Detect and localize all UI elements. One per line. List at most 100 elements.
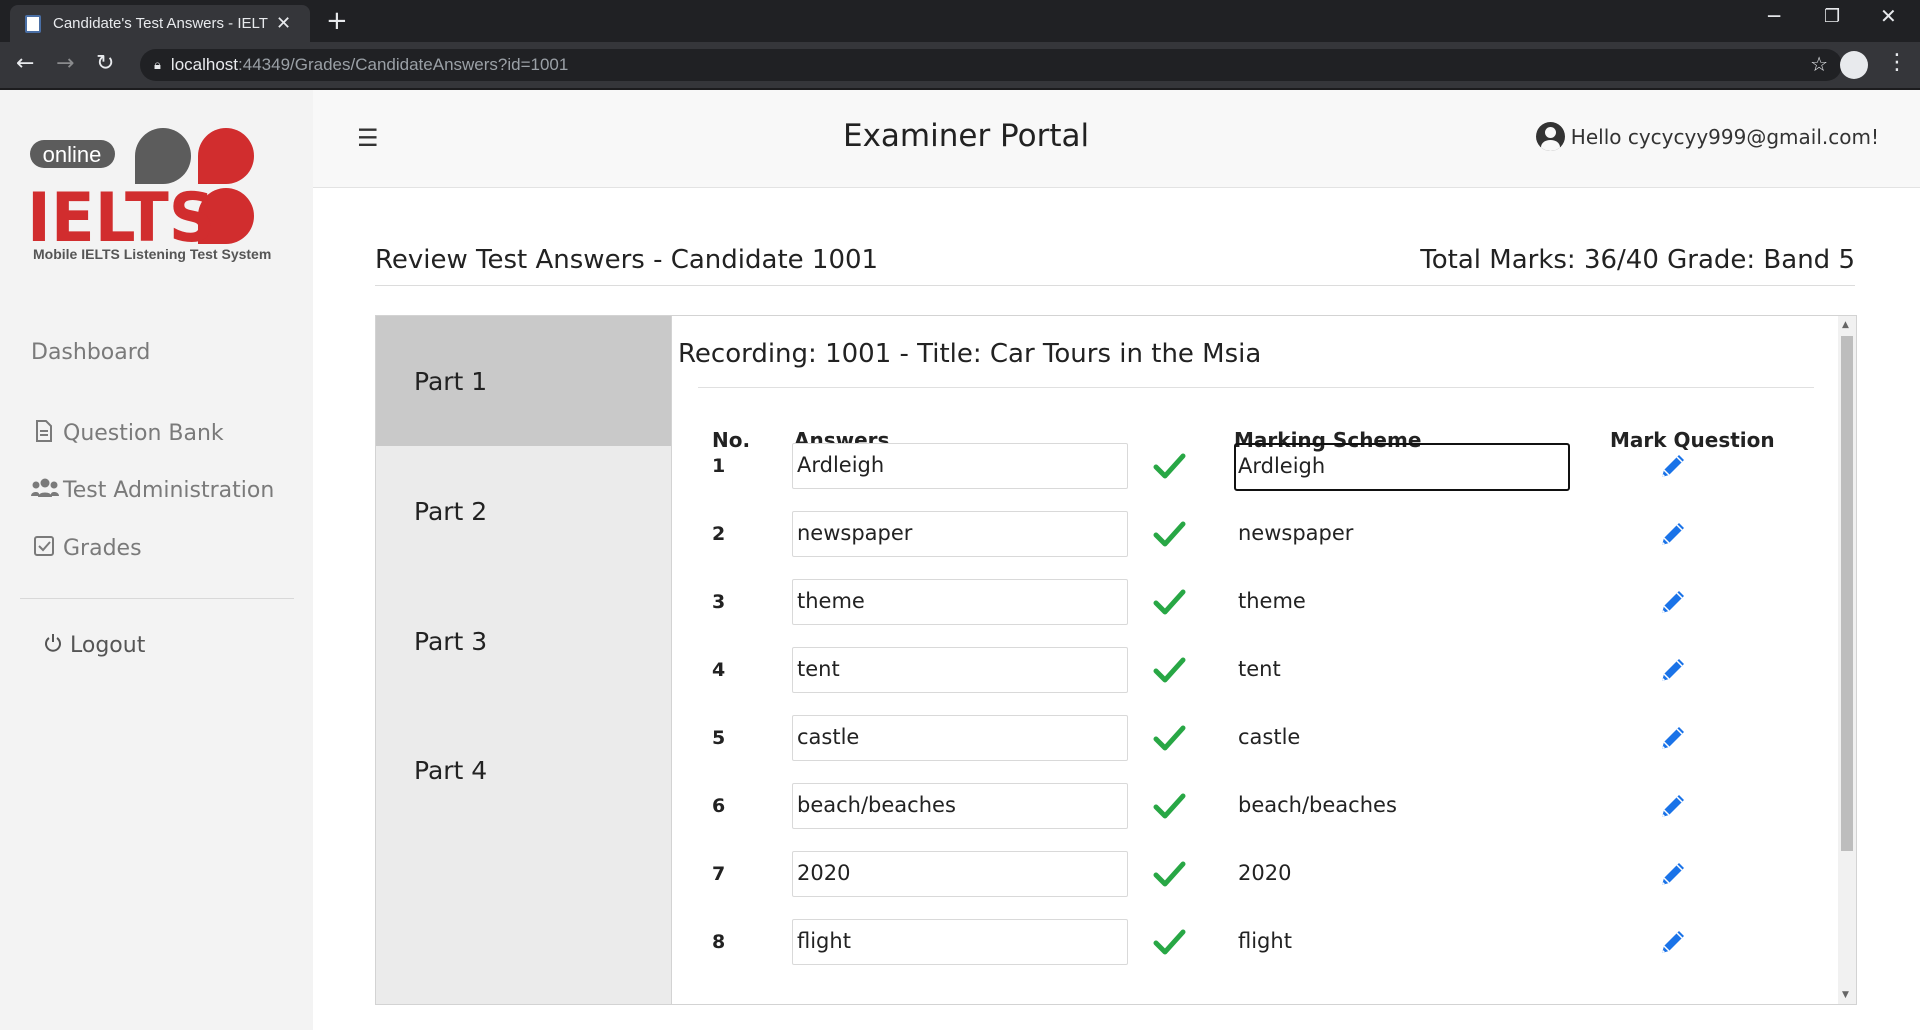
table-row: 3 theme theme [672,579,1836,627]
edit-pencil-icon[interactable] [1658,927,1688,957]
candidate-answer-field[interactable]: flight [792,919,1128,965]
restore-icon[interactable]: ❐ [1824,6,1840,27]
marking-scheme-field: theme [1238,589,1306,613]
sidebar-item-dashboard[interactable]: Dashboard [31,340,150,365]
app: online IELTS Mobile IELTS Listening Test… [0,90,1920,1030]
tab-part-1[interactable]: Part 1 [376,316,671,446]
table-row: 1 Ardleigh Ardleigh [672,443,1836,491]
sidebar: online IELTS Mobile IELTS Listening Test… [0,90,313,1030]
browser-tab-strip: Candidate's Test Answers - IELTS ✕ + ─ ❐… [0,0,1920,42]
candidate-answer-field[interactable]: castle [792,715,1128,761]
users-icon [31,478,59,503]
edit-pencil-icon[interactable] [1658,451,1688,481]
correct-check-icon [1152,647,1186,693]
hamburger-menu-icon[interactable]: ☰ [357,124,379,152]
table-row: 8 flight flight [672,919,1836,967]
candidate-answer-field[interactable]: 2020 [792,851,1128,897]
question-number: 7 [712,863,726,885]
scroll-down-icon[interactable]: ▼ [1842,990,1849,1000]
candidate-answer-field[interactable]: tent [792,647,1128,693]
browser-toolbar: ← → ↻ 🔒︎ localhost:44349/Grades/Candidat… [0,42,1920,90]
correct-check-icon [1152,511,1186,557]
table-row: 4 tent tent [672,647,1836,695]
review-title: Review Test Answers - Candidate 1001 [375,245,879,275]
logout-link[interactable]: Logout [42,633,145,658]
back-icon[interactable]: ← [16,51,34,76]
scroll-up-icon[interactable]: ▲ [1842,320,1849,330]
tab-title: Candidate's Test Answers - IELTS [53,15,268,32]
tab-close-icon[interactable]: ✕ [276,13,291,34]
marking-scheme-field[interactable]: Ardleigh [1234,443,1570,491]
sidebar-item-label: Test Administration [63,478,275,503]
user-greeting[interactable]: Hello cycycyy999@gmail.com! [1535,122,1879,151]
browser-tab[interactable]: Candidate's Test Answers - IELTS ✕ [10,5,310,42]
question-number: 5 [712,727,726,749]
candidate-answer-field[interactable]: theme [792,579,1128,625]
correct-check-icon [1152,579,1186,625]
sidebar-item-label: Question Bank [63,421,224,446]
tab-part-3[interactable]: Part 3 [376,576,671,706]
user-greeting-text: Hello cycycyy999@gmail.com! [1570,124,1879,149]
correct-check-icon [1152,715,1186,761]
question-number: 3 [712,591,726,613]
marking-scheme-field: tent [1238,657,1281,681]
sidebar-divider [20,598,294,599]
candidate-answer-field[interactable]: Ardleigh [792,443,1128,489]
marking-scheme-field: flight [1238,929,1292,953]
tab-part-2[interactable]: Part 2 [376,446,671,576]
bookmark-star-icon[interactable]: ☆ [1810,52,1828,76]
checkbox-icon [31,536,57,561]
edit-pencil-icon[interactable] [1658,859,1688,889]
url-host: localhost [170,55,239,74]
sidebar-item-question-bank[interactable]: Question Bank [31,420,224,447]
table-row: 5 castle castle [672,715,1836,763]
answers-panel: Part 1 Part 2 Part 3 Part 4 Recording: 1… [375,315,1857,1005]
logo-subtitle: Mobile IELTS Listening Test System [33,246,272,262]
profile-icon[interactable] [1840,51,1868,79]
scrollbar-thumb[interactable] [1841,336,1853,851]
part-content: Recording: 1001 - Title: Car Tours in th… [672,316,1836,1004]
url-text: localhost:44349/Grades/CandidateAnswers?… [171,55,568,75]
top-navbar: ☰ Examiner Portal Hello cycycyy999@gmail… [313,90,1920,188]
edit-pencil-icon[interactable] [1658,587,1688,617]
minimize-icon[interactable]: ─ [1768,4,1780,28]
edit-pencil-icon[interactable] [1658,655,1688,685]
correct-check-icon [1152,783,1186,829]
sidebar-item-grades[interactable]: Grades [31,536,142,561]
url-path: :44349/Grades/CandidateAnswers?id=1001 [238,55,569,74]
user-avatar-icon [1535,122,1565,151]
content-scrollbar[interactable]: ▲ ▼ [1838,316,1856,1004]
address-bar[interactable]: 🔒︎ localhost:44349/Grades/CandidateAnswe… [140,49,1842,81]
tab-part-4[interactable]: Part 4 [376,705,671,835]
forward-icon[interactable]: → [56,51,74,76]
ielts-logo-graphic: online IELTS [27,128,254,258]
lock-icon: 🔒︎ [154,57,161,73]
edit-pencil-icon[interactable] [1658,723,1688,753]
table-row: 2 newspaper newspaper [672,511,1836,559]
question-number: 2 [712,523,726,545]
candidate-answer-field[interactable]: beach/beaches [792,783,1128,829]
question-number: 8 [712,931,726,953]
logout-label: Logout [70,633,146,658]
divider [698,387,1814,388]
reload-icon[interactable]: ↻ [96,51,114,76]
document-icon [31,420,57,447]
sidebar-item-test-administration[interactable]: Test Administration [31,478,274,503]
table-row: 6 beach/beaches beach/beaches [672,783,1836,831]
main-content: ☰ Examiner Portal Hello cycycyy999@gmail… [313,90,1920,1030]
edit-pencil-icon[interactable] [1658,519,1688,549]
window-close-icon[interactable]: ✕ [1880,4,1897,28]
candidate-answer-field[interactable]: newspaper [792,511,1128,557]
correct-check-icon [1152,851,1186,897]
question-number: 4 [712,659,726,681]
total-marks: Total Marks: 36/40 Grade: Band 5 [1420,245,1855,275]
parts-tablist: Part 1 Part 2 Part 3 Part 4 [376,316,672,1004]
question-number: 6 [712,795,726,817]
browser-menu-icon[interactable]: ⋮ [1886,50,1908,75]
logo-badge-text: online [43,142,102,167]
question-number: 1 [712,455,726,477]
edit-pencil-icon[interactable] [1658,791,1688,821]
new-tab-icon[interactable]: + [326,6,348,36]
page-title: Examiner Portal [843,118,1090,154]
table-row: 7 2020 2020 [672,851,1836,899]
